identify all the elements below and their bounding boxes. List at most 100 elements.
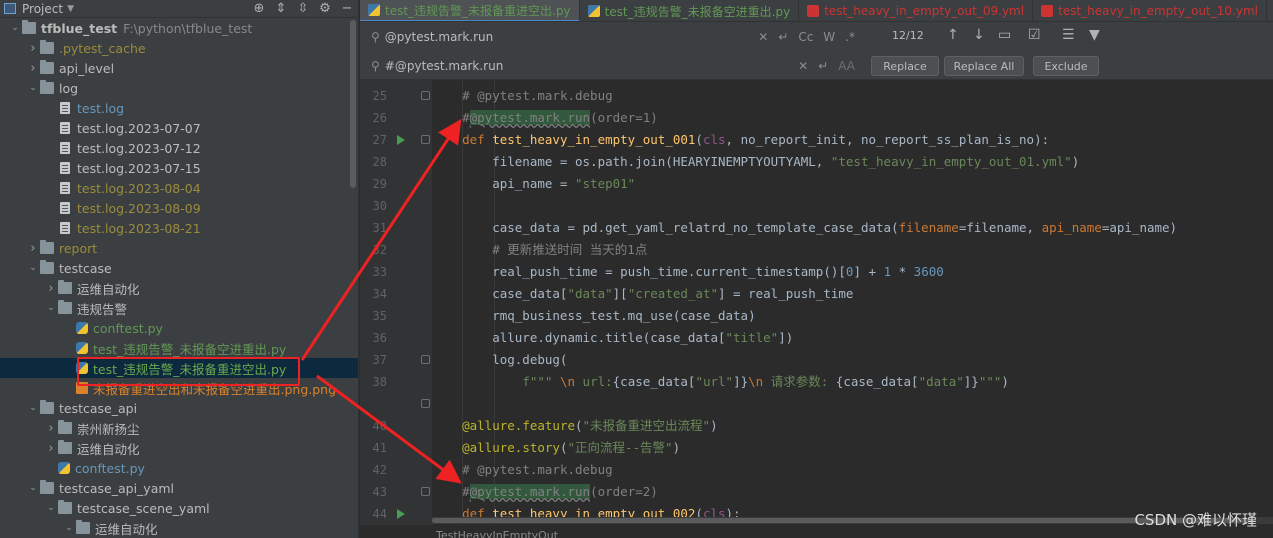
chevron-down-icon[interactable]: ⌄ — [44, 303, 58, 313]
project-tree: ⌄ tfblue_test F:\python\tfblue_test › .pytes… — [0, 18, 358, 538]
chevron-down-icon[interactable]: ⌄ — [8, 23, 22, 33]
replace-all-button[interactable]: Replace All — [944, 56, 1024, 76]
hide-icon[interactable]: − — [336, 1, 358, 16]
chevron-down-icon[interactable]: ⌄ — [26, 83, 40, 93]
gear-icon[interactable]: ⚙ — [314, 1, 336, 16]
tree-item[interactable]: ⌄ tfblue_test F:\python\tfblue_test — [0, 18, 358, 38]
code-token: filename — [898, 220, 959, 235]
editor-tab[interactable]: test_heavy_in_empty_out_09.yml — [799, 0, 1034, 21]
in-selection-icon[interactable]: ☑ — [1028, 27, 1041, 43]
project-scrollbar[interactable] — [350, 20, 356, 188]
chevron-right-icon[interactable]: › — [44, 441, 58, 456]
chevron-right-icon[interactable]: › — [44, 281, 58, 296]
newline-icon[interactable]: ↵ — [778, 30, 788, 44]
fold-marker-icon[interactable] — [421, 399, 430, 408]
tree-item[interactable]: test.log.2023-07-12 — [0, 138, 358, 158]
folder-icon — [22, 20, 36, 34]
tree-item[interactable]: test_违规告警_未报备空进重出.py — [0, 338, 358, 358]
fold-marker-icon[interactable] — [421, 91, 430, 100]
tree-item[interactable]: › report — [0, 238, 358, 258]
code-editor[interactable]: # @pytest.mark.debug #@pytest.mark.run(o… — [432, 80, 1273, 525]
tree-item[interactable]: test.log — [0, 98, 358, 118]
search-row: ⚲ @pytest.mark.run ✕ ↵ Cc W .* — [360, 22, 860, 51]
run-test-icon[interactable] — [397, 509, 405, 519]
tree-item[interactable]: ⌄ log — [0, 78, 358, 98]
next-match-icon[interactable]: ↓ — [973, 27, 985, 43]
chevron-down-icon[interactable]: ⌄ — [26, 403, 40, 413]
chevron-right-icon[interactable]: › — [26, 41, 40, 56]
project-view-icon[interactable] — [4, 3, 16, 14]
match-case-toggle[interactable]: Cc — [798, 30, 813, 44]
tree-item[interactable]: test.log.2023-08-04 — [0, 178, 358, 198]
tree-item-label: conftest.py — [93, 320, 163, 336]
tree-item[interactable]: ⌄ testcase_api_yaml — [0, 478, 358, 498]
exclude-button[interactable]: Exclude — [1033, 56, 1099, 76]
tree-item[interactable]: ⌄ testcase_api — [0, 398, 358, 418]
funnel-icon[interactable]: ▼ — [1089, 27, 1100, 43]
tree-item[interactable]: test.log.2023-08-21 — [0, 218, 358, 238]
code-line: def test_heavy_in_empty_out_001(cls, no_… — [432, 129, 1049, 151]
tree-item[interactable]: conftest.py — [0, 458, 358, 478]
tree-item[interactable]: › .pytest_cache — [0, 38, 358, 58]
tree-item[interactable]: test.log.2023-07-15 — [0, 158, 358, 178]
run-test-icon[interactable] — [397, 135, 405, 145]
tree-item[interactable]: test.log.2023-08-09 — [0, 198, 358, 218]
line-number: 28 — [372, 155, 387, 169]
tree-item[interactable]: › 崇州新扬尘 — [0, 418, 358, 438]
tree-item[interactable]: conftest.py — [0, 318, 358, 338]
collapse-all-icon[interactable]: ⇳ — [292, 1, 314, 16]
tree-item[interactable]: › api_level — [0, 58, 358, 78]
match-count: 12/12 — [892, 29, 924, 42]
tree-item[interactable]: ⌄ testcase_scene_yaml — [0, 498, 358, 518]
line-number: 29 — [372, 177, 387, 191]
whole-word-toggle[interactable]: W — [823, 30, 835, 44]
code-token: """ — [978, 374, 1002, 389]
tree-item[interactable]: ⌄ 违规告警 — [0, 298, 358, 318]
preserve-case-toggle[interactable]: AA — [838, 59, 855, 73]
code-token: =api_name) — [1101, 220, 1178, 235]
regex-toggle[interactable]: .* — [845, 30, 855, 44]
code-token: "step01" — [575, 176, 636, 191]
chevron-right-icon[interactable]: › — [44, 421, 58, 436]
project-panel-title[interactable]: Project — [22, 2, 63, 16]
folder-icon — [40, 40, 54, 54]
fold-marker-icon[interactable] — [421, 355, 430, 364]
editor-tab[interactable]: test_违规告警_未报备重进空出.py — [360, 0, 580, 21]
code-token: api_name = — [432, 176, 575, 191]
editor-tab[interactable]: test_违规告警_未报备空进重出.py — [580, 0, 800, 21]
search-input[interactable]: @pytest.mark.run — [385, 30, 753, 44]
fold-marker-icon[interactable] — [421, 487, 430, 496]
replace-newline-icon[interactable]: ↵ — [818, 59, 828, 73]
chevron-down-icon[interactable]: ⌄ — [44, 503, 58, 513]
fold-marker-icon[interactable] — [421, 135, 430, 144]
editor-tab[interactable]: test_heavy_in_empty_out_10.yml — [1033, 0, 1267, 21]
tree-item[interactable]: › 运维自动化 — [0, 438, 358, 458]
chevron-down-icon[interactable]: ⌄ — [62, 523, 76, 533]
locate-icon[interactable]: ⊕ — [248, 1, 270, 16]
replace-input[interactable]: #@pytest.mark.run — [385, 59, 793, 73]
expand-all-icon[interactable]: ⇕ — [270, 1, 292, 16]
chevron-right-icon[interactable]: › — [26, 241, 40, 256]
filter-options-icon[interactable]: ☰ — [1062, 27, 1075, 43]
replace-button[interactable]: Replace — [871, 56, 939, 76]
code-line: case_data = pd.get_yaml_relatrd_no_templ… — [432, 217, 1177, 239]
replace-icon[interactable]: ⚲ — [371, 59, 380, 73]
dropdown-arrow-icon[interactable]: ▼ — [67, 4, 74, 14]
code-line: @allure.story("正向流程--告警") — [432, 437, 680, 459]
prev-match-icon[interactable]: ↑ — [947, 27, 959, 43]
chevron-right-icon[interactable]: › — [26, 61, 40, 76]
tree-item[interactable]: ⌄ 运维自动化 — [0, 518, 358, 538]
select-all-icon[interactable]: ▭ — [998, 27, 1011, 43]
yaml-file-icon — [1041, 5, 1054, 17]
search-icon[interactable]: ⚲ — [371, 30, 380, 44]
line-number: 35 — [372, 309, 387, 323]
python-file-icon — [368, 4, 380, 16]
tree-item[interactable]: › 运维自动化 — [0, 278, 358, 298]
tree-item[interactable]: test.log.2023-07-07 — [0, 118, 358, 138]
tree-item[interactable]: ⌄ testcase — [0, 258, 358, 278]
chevron-down-icon[interactable]: ⌄ — [26, 483, 40, 493]
chevron-down-icon[interactable]: ⌄ — [26, 263, 40, 273]
clear-replace-icon[interactable]: ✕ — [798, 59, 808, 73]
clear-icon[interactable]: ✕ — [758, 30, 768, 44]
